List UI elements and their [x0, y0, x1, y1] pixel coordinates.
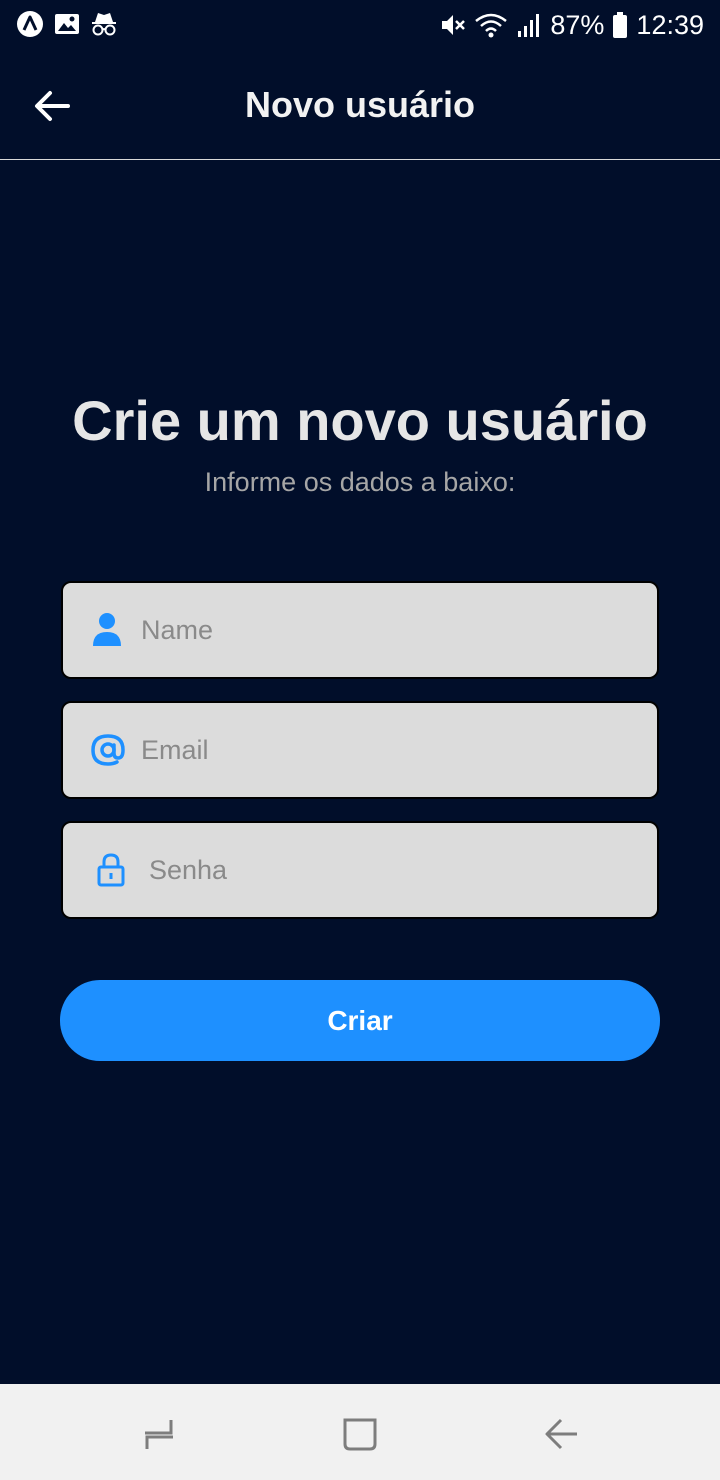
image-icon [54, 12, 80, 36]
recent-apps-button[interactable] [131, 1406, 187, 1462]
email-field[interactable] [61, 701, 659, 799]
incognito-icon [90, 11, 118, 37]
battery-percent: 87% [550, 9, 605, 40]
create-button[interactable]: Criar [60, 980, 660, 1061]
battery-icon [612, 11, 628, 39]
status-bar-right: 87% 12:39 [438, 8, 704, 42]
clock: 12:39 [636, 9, 704, 40]
password-field[interactable] [61, 821, 659, 919]
form-heading: Crie um novo usuário [72, 389, 648, 452]
app-bar: Novo usuário [0, 50, 720, 160]
recent-apps-icon [141, 1416, 177, 1452]
signal-icon [516, 11, 542, 39]
at-icon [91, 703, 125, 797]
user-icon [91, 583, 123, 677]
home-icon [342, 1416, 378, 1452]
status-bar: 87% 12:39 [0, 0, 720, 50]
lock-icon [97, 823, 125, 917]
back-icon [544, 1416, 580, 1452]
nav-back-button[interactable] [534, 1406, 590, 1462]
name-input[interactable] [141, 583, 641, 677]
password-input[interactable] [149, 823, 649, 917]
mute-icon [438, 11, 466, 39]
form-subheading: Informe os dados a baixo: [204, 467, 516, 497]
status-bar-left [16, 10, 118, 38]
page-title: Novo usuário [244, 84, 476, 125]
system-nav-bar [0, 1384, 720, 1480]
wifi-icon [474, 11, 508, 39]
name-field[interactable] [61, 581, 659, 679]
home-button[interactable] [332, 1406, 388, 1462]
email-input[interactable] [141, 703, 641, 797]
app-a-icon [16, 10, 44, 38]
